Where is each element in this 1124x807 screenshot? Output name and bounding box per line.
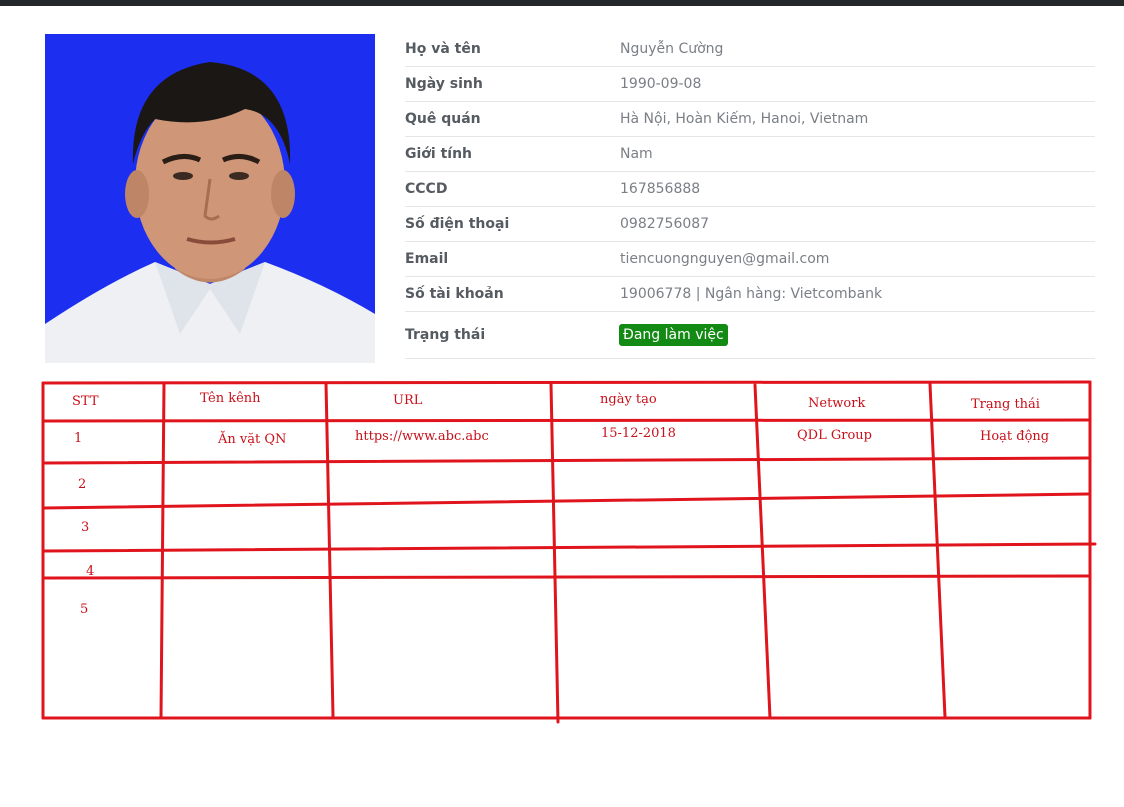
field-label: Trạng thái — [405, 327, 486, 343]
field-label: Số tài khoản — [405, 286, 504, 302]
row1-network: QDL Group — [797, 428, 872, 443]
field-hometown: Quê quán Hà Nội, Hoàn Kiếm, Hanoi, Vietn… — [405, 102, 1095, 137]
field-status: Trạng thái Đang làm việc — [405, 312, 1095, 359]
hand-drawn-channel-table: STT Tên kênh URL ngày tạo Network Trạng … — [0, 375, 1124, 735]
row5-stt: 5 — [80, 602, 89, 617]
field-phone: Số điện thoại 0982756087 — [405, 207, 1095, 242]
row2-stt: 2 — [78, 477, 87, 492]
field-label: Số điện thoại — [405, 216, 510, 232]
field-birth-date: Ngày sinh 1990-09-08 — [405, 67, 1095, 102]
field-label: Giới tính — [405, 146, 473, 162]
header-network: Network — [808, 396, 866, 411]
table-grid-lines — [41, 380, 1097, 724]
status-badge: Đang làm việc — [619, 324, 728, 346]
person-photo-icon — [45, 34, 375, 363]
field-value: Nguyễn Cường — [620, 41, 724, 57]
field-label: Quê quán — [405, 111, 481, 127]
field-label: Email — [405, 251, 449, 267]
field-email: Email tiencuongnguyen@gmail.com — [405, 242, 1095, 277]
header-created-date: ngày tạo — [600, 392, 657, 407]
field-full-name: Họ và tên Nguyễn Cường — [405, 32, 1095, 67]
header-channel-name: Tên kênh — [200, 391, 261, 406]
top-bar — [0, 0, 1124, 6]
row1-url: https://www.abc.abc — [355, 429, 489, 444]
field-value: 19006778 | Ngân hàng: Vietcombank — [620, 286, 883, 302]
header-url: URL — [393, 393, 423, 408]
field-label: Ngày sinh — [405, 76, 483, 92]
profile-photo — [45, 34, 375, 363]
field-id-card: CCCD 167856888 — [405, 172, 1095, 207]
header-status: Trạng thái — [971, 397, 1040, 412]
row3-stt: 3 — [81, 520, 90, 535]
row1-channel-name: Ăn vặt QN — [218, 432, 287, 447]
profile-details: Họ và tên Nguyễn Cường Ngày sinh 1990-09… — [405, 32, 1095, 359]
row1-created-date: 15-12-2018 — [601, 426, 676, 441]
field-value: 1990-09-08 — [620, 76, 702, 92]
row4-stt: 4 — [86, 564, 95, 579]
field-label: Họ và tên — [405, 41, 481, 57]
field-bank-account: Số tài khoản 19006778 | Ngân hàng: Vietc… — [405, 277, 1095, 312]
field-value: 167856888 — [620, 181, 701, 197]
row1-status: Hoạt động — [980, 429, 1050, 444]
header-stt: STT — [72, 394, 99, 409]
field-value: 0982756087 — [620, 216, 710, 232]
field-label: CCCD — [405, 181, 448, 197]
row1-stt: 1 — [74, 431, 83, 446]
field-value: Nam — [620, 146, 653, 162]
field-gender: Giới tính Nam — [405, 137, 1095, 172]
field-value: tiencuongnguyen@gmail.com — [620, 251, 830, 267]
field-value: Hà Nội, Hoàn Kiếm, Hanoi, Vietnam — [620, 111, 869, 127]
